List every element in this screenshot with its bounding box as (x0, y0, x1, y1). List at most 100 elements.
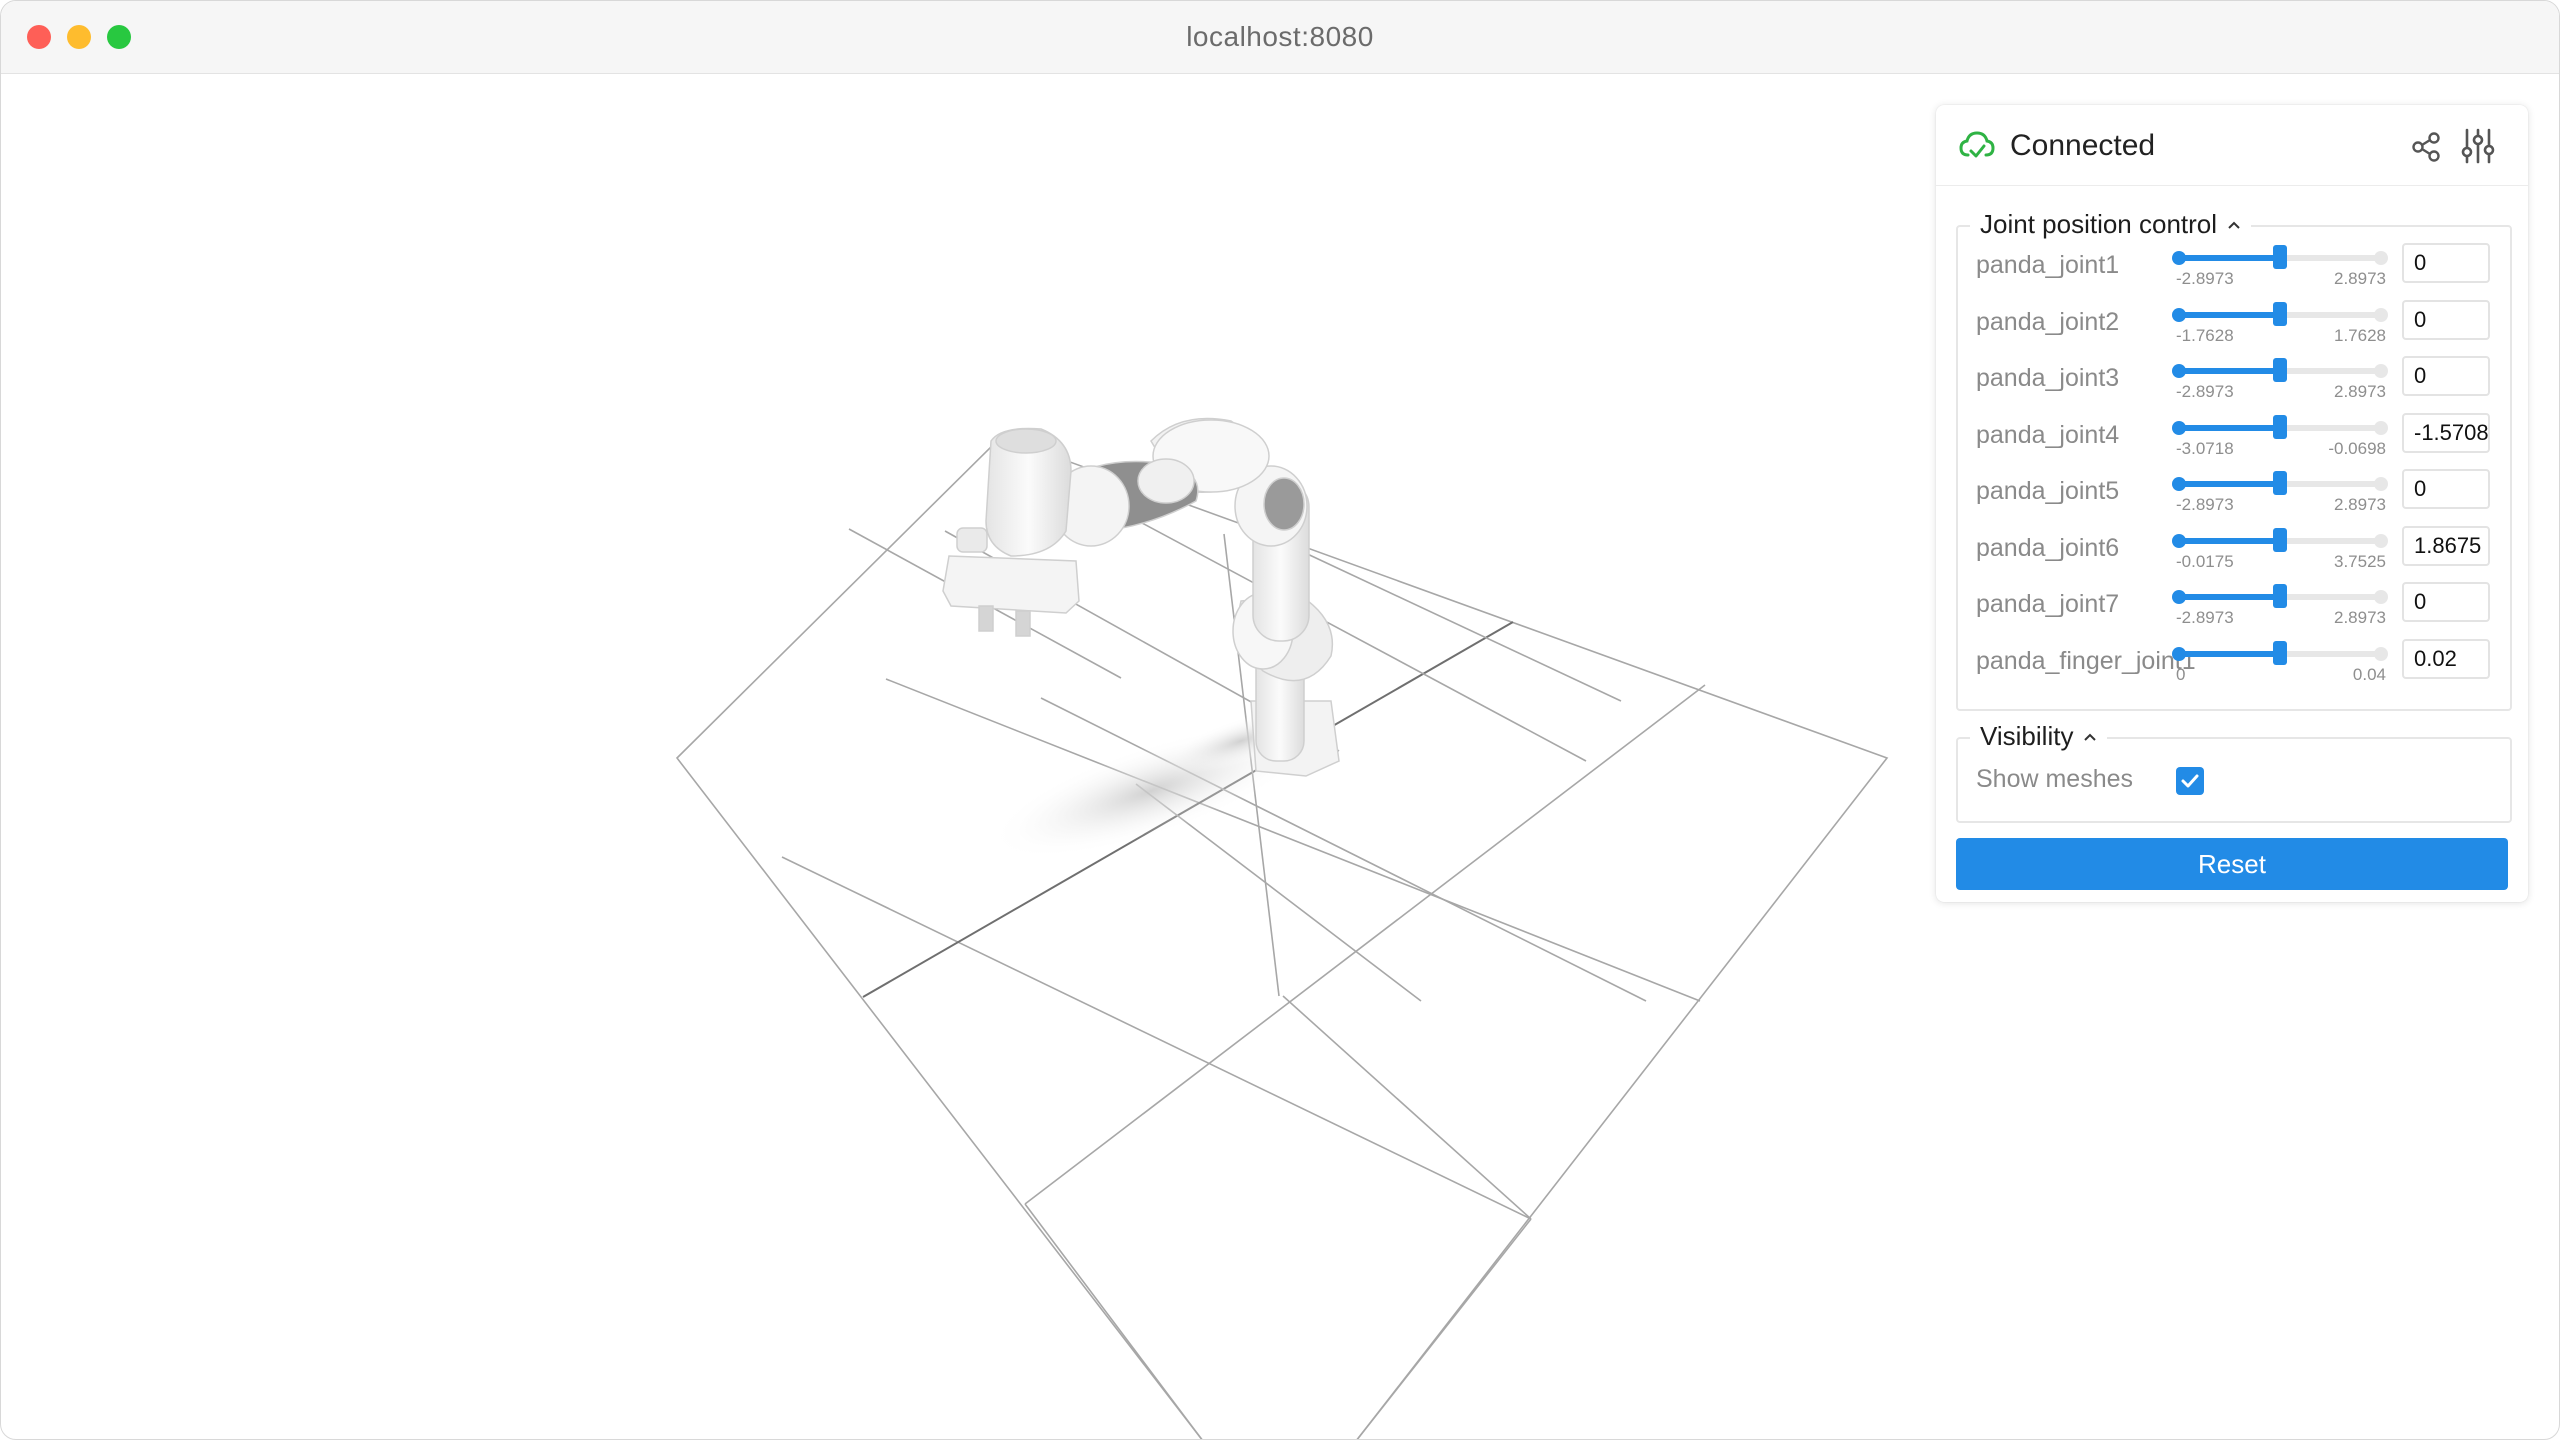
slider-thumb[interactable] (2273, 640, 2287, 665)
grid-line (781, 856, 1532, 1220)
joint-name: panda_joint3 (1976, 364, 2120, 392)
joint-value-input[interactable] (2402, 243, 2490, 283)
slider-max-label: -0.0698 (2328, 438, 2386, 458)
joint-position-control-section: Joint position control panda_joint1 -2.89… (1956, 209, 2512, 711)
slider-fill (2176, 537, 2280, 544)
slider-end-mark (2374, 307, 2388, 322)
slider-fill (2176, 594, 2280, 600)
url-text: localhost:8080 (1186, 21, 1374, 52)
cloud-connected-icon (1959, 131, 1995, 158)
joint-name: panda_joint1 (1976, 251, 2120, 279)
slider-end-mark (2374, 251, 2388, 265)
slider-start-mark (2172, 420, 2186, 435)
browser-window: localhost:8080 Connected Joint position … (0, 0, 2560, 1440)
robot-gripper (942, 555, 1080, 614)
slider-fill (2176, 481, 2280, 487)
slider-start-mark (2172, 477, 2186, 491)
gripper-finger (1015, 610, 1031, 637)
slider-start-mark (2172, 646, 2186, 661)
joint-row: panda_finger_joint1 0 0.04 (1958, 638, 2510, 695)
joint-name: panda_joint5 (1976, 477, 2120, 505)
joint-value-input[interactable] (2402, 412, 2490, 453)
slider-thumb[interactable] (2273, 414, 2287, 439)
joint-value-input[interactable] (2402, 582, 2490, 622)
slider-end-mark (2374, 364, 2388, 378)
slider-max-label: 2.8973 (2334, 382, 2386, 401)
grid-line (1040, 697, 1647, 1002)
joint-value-input[interactable] (2402, 525, 2490, 566)
robot-joint-cap (1263, 477, 1305, 531)
slider-min-label: -0.0175 (2176, 551, 2234, 571)
slider-min-label: -2.8973 (2176, 495, 2234, 514)
slider-end-mark (2374, 533, 2388, 548)
slider-thumb[interactable] (2273, 527, 2287, 552)
settings-sliders-icon[interactable] (2459, 127, 2497, 165)
joint-value-input[interactable] (2402, 638, 2490, 679)
visibility-section-header[interactable]: Visibility (1970, 721, 2108, 752)
slider-fill (2176, 650, 2280, 657)
gripper-finger (978, 605, 994, 632)
visibility-section: Visibility Show meshes (1956, 721, 2512, 823)
joint-name: panda_joint6 (1976, 533, 2120, 562)
slider-end-mark (2374, 420, 2388, 435)
joint-row: panda_joint1 -2.8973 2.8973 (1958, 243, 2510, 299)
slider-fill (2176, 368, 2280, 374)
joint-slider[interactable] (2172, 301, 2388, 326)
joint-row: panda_joint2 -1.7628 1.7628 (1958, 299, 2510, 356)
slider-thumb[interactable] (2273, 584, 2287, 608)
robot-arm[interactable] (942, 417, 1340, 777)
panel-header: Connected (1936, 105, 2528, 186)
joint-section-header[interactable]: Joint position control (1970, 209, 2252, 240)
slider-fill (2176, 424, 2280, 431)
slider-max-label: 1.7628 (2334, 325, 2386, 345)
slider-max-label: 2.8973 (2334, 495, 2386, 514)
slider-max-label: 3.7525 (2334, 551, 2386, 571)
chevron-up-icon[interactable] (2227, 220, 2241, 230)
robot-camera (956, 527, 988, 553)
slider-thumb[interactable] (2273, 471, 2287, 495)
slider-max-label: 2.8973 (2334, 269, 2386, 288)
robot-wrist-cap (995, 428, 1057, 454)
joint-slider[interactable] (2172, 471, 2388, 495)
joint-row: panda_joint7 -2.8973 2.8973 (1958, 582, 2510, 638)
joint-name: panda_joint2 (1976, 307, 2120, 336)
slider-min-label: -2.8973 (2176, 382, 2234, 401)
slider-fill (2176, 311, 2280, 318)
slider-min-label: -2.8973 (2176, 269, 2234, 288)
joint-slider[interactable] (2172, 527, 2388, 552)
slider-thumb[interactable] (2273, 358, 2287, 382)
slider-min-label: -3.0718 (2176, 438, 2234, 458)
grid-line (1024, 1203, 1203, 1439)
share-icon[interactable] (2410, 131, 2442, 163)
joint-name: panda_joint4 (1976, 420, 2120, 449)
slider-start-mark (2172, 364, 2186, 378)
slider-start-mark (2172, 307, 2186, 322)
visibility-section-title: Visibility (1980, 721, 2074, 751)
control-panel: Connected Joint position control panda_j… (1936, 105, 2528, 902)
joint-slider[interactable] (2172, 358, 2388, 382)
robot-joint (1137, 458, 1195, 504)
slider-end-mark (2374, 590, 2388, 604)
slider-thumb[interactable] (2273, 301, 2287, 326)
joint-name: panda_joint7 (1976, 590, 2120, 618)
joint-row: panda_joint6 -0.0175 3.7525 (1958, 525, 2510, 582)
slider-start-mark (2172, 251, 2186, 265)
slider-start-mark (2172, 533, 2186, 548)
reset-button[interactable]: Reset (1956, 838, 2508, 890)
joint-value-input[interactable] (2402, 469, 2490, 509)
slider-thumb[interactable] (2273, 245, 2287, 269)
joint-value-input[interactable] (2402, 299, 2490, 340)
chevron-up-icon[interactable] (2083, 732, 2097, 742)
slider-fill (2176, 255, 2280, 261)
grid-line (1100, 500, 1587, 762)
joint-slider[interactable] (2172, 245, 2388, 269)
slider-min-label: -2.8973 (2176, 608, 2234, 627)
joint-section-title: Joint position control (1980, 209, 2218, 239)
joint-slider[interactable] (2172, 640, 2388, 665)
connection-status: Connected (2010, 129, 2156, 162)
show-meshes-checkbox[interactable] (2176, 767, 2204, 795)
title-bar: localhost:8080 (1, 1, 2559, 74)
joint-value-input[interactable] (2402, 356, 2490, 396)
joint-slider[interactable] (2172, 584, 2388, 608)
joint-slider[interactable] (2172, 414, 2388, 439)
